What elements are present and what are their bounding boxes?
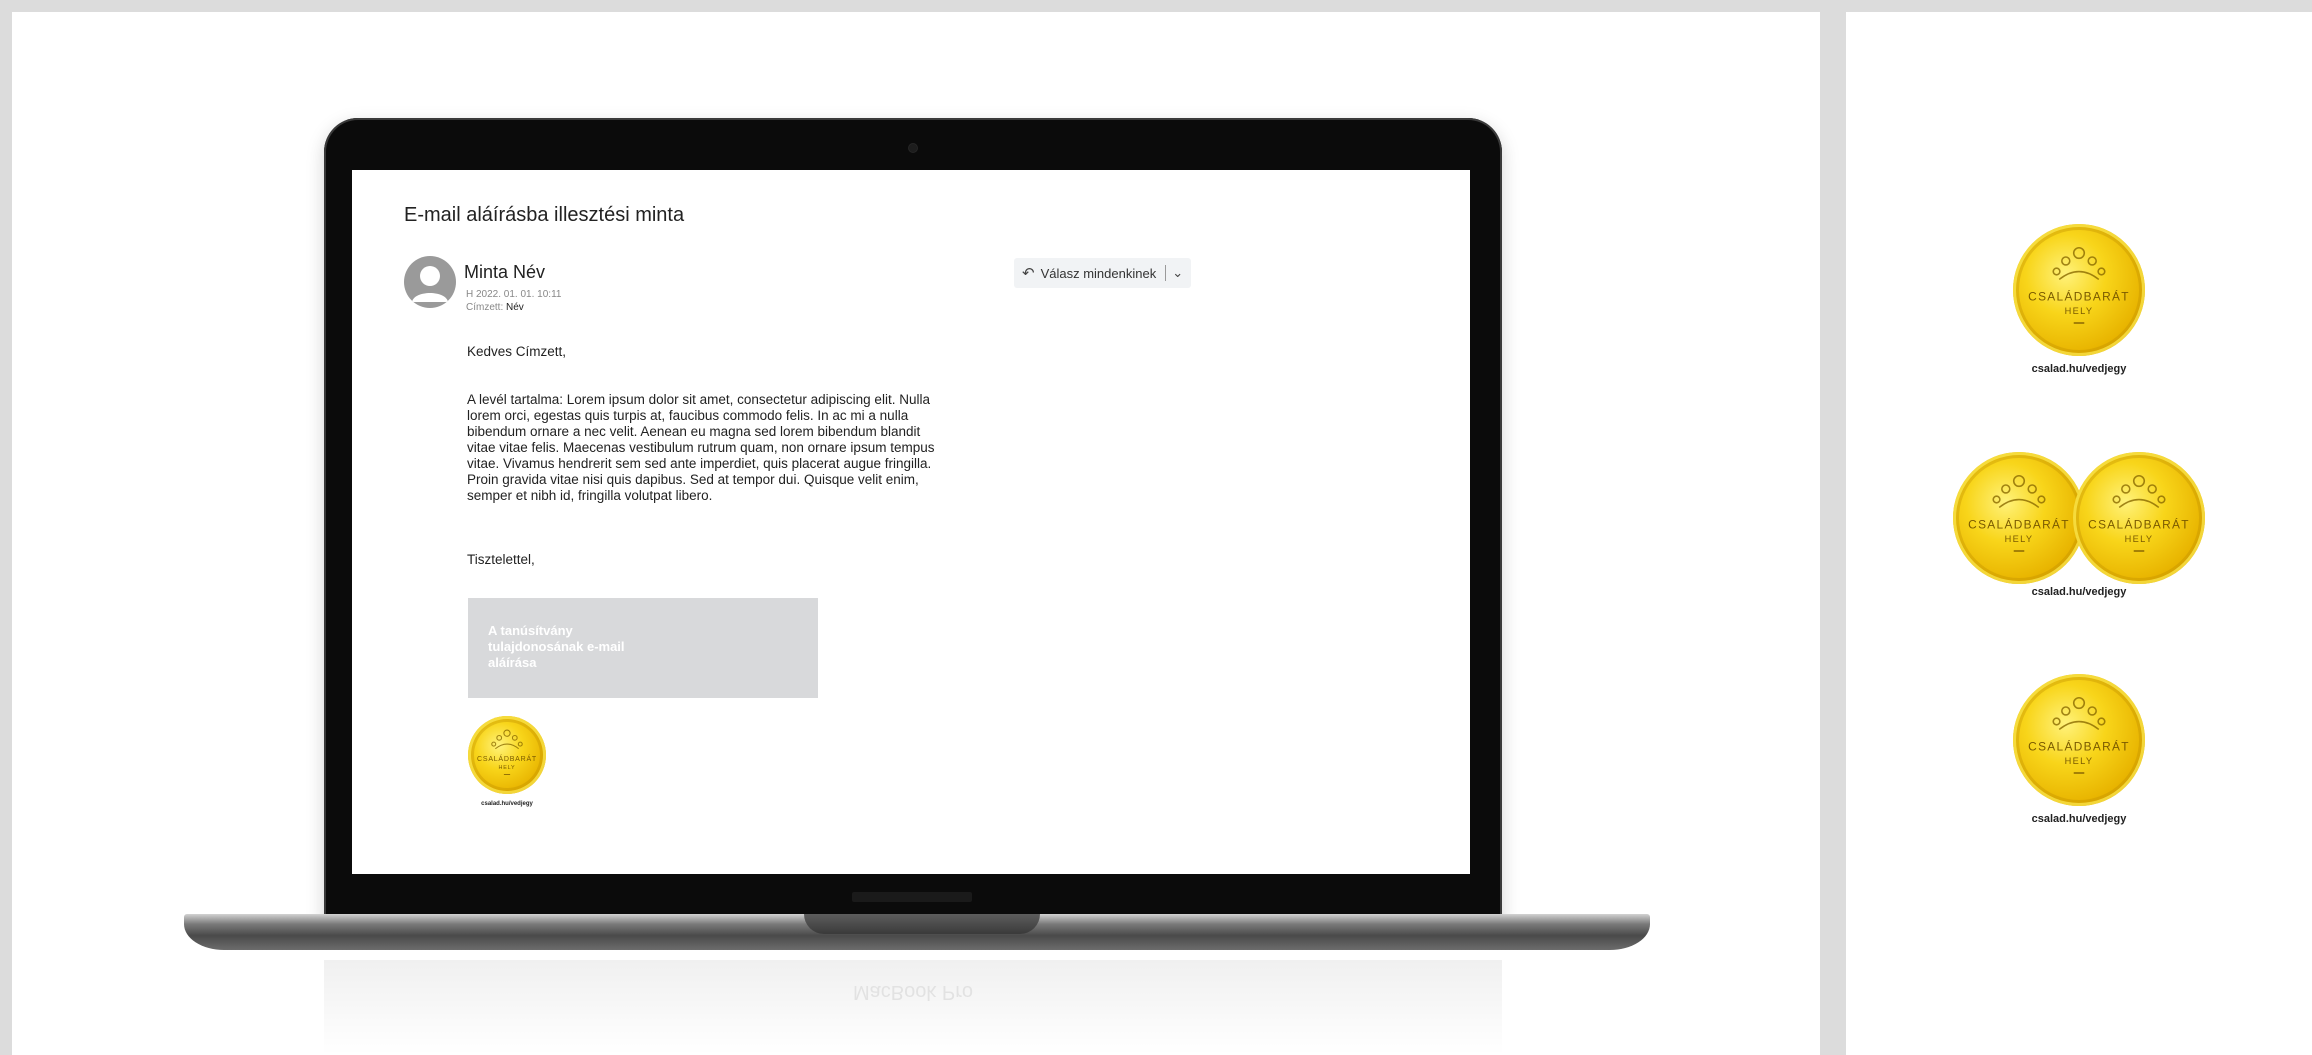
medal-line2: HELY	[2005, 534, 2034, 544]
medal-variant-2[interactable]: CSALÁDBARÁT HELY CSALÁDBARÁT HELY csalad…	[1846, 452, 2312, 598]
signature-placeholder: A tanúsítvány tulajdonosának e-mail aláí…	[468, 598, 818, 698]
laptop-reflection: MacBook Pro	[324, 960, 1502, 1055]
reply-all-button[interactable]: ↶ Válasz mindenkinek ⌄	[1014, 258, 1192, 288]
medal-line1: CSALÁDBARÁT	[477, 754, 537, 763]
medal-pair: CSALÁDBARÁT HELY CSALÁDBARÁT HELY	[1846, 452, 2312, 584]
sender-name[interactable]: Minta Név	[464, 262, 545, 283]
signature-text: A tanúsítvány tulajdonosának e-mail aláí…	[488, 623, 625, 670]
medal-line2: HELY	[499, 765, 516, 771]
preview-panel: E-mail aláírásba illesztési minta Minta …	[12, 12, 1820, 1055]
email-content: A levél tartalma: Lorem ipsum dolor sit …	[467, 392, 935, 503]
medal-line1: CSALÁDBARÁT	[2028, 739, 2130, 754]
medal-line2: HELY	[2065, 756, 2094, 766]
medal-caption[interactable]: csalad.hu/vedjegy	[468, 801, 546, 807]
csaladbarat-medal-icon: CSALÁDBARÁT HELY	[2013, 674, 2145, 806]
medal-line1: CSALÁDBARÁT	[2088, 517, 2190, 532]
medal-line2: HELY	[2125, 534, 2154, 544]
csaladbarat-medal-icon: CSALÁDBARÁT HELY	[468, 716, 546, 794]
medal-caption[interactable]: csalad.hu/vedjegy	[1846, 813, 2312, 825]
medal-variant-3[interactable]: CSALÁDBARÁT HELY csalad.hu/vedjegy	[1846, 674, 2312, 825]
email-closing: Tisztelettel,	[467, 552, 535, 567]
avatar	[404, 256, 456, 308]
reply-all-icon: ↶	[1022, 265, 1035, 282]
reply-all-label: Válasz mindenkinek	[1040, 265, 1157, 281]
laptop-notch	[804, 914, 1040, 934]
email-window: E-mail aláírásba illesztési minta Minta …	[352, 170, 1470, 874]
brand-reflection: MacBook Pro	[852, 981, 974, 1003]
medal-variant-1[interactable]: CSALÁDBARÁT HELY csalad.hu/vedjegy	[1846, 224, 2312, 375]
signature-medal[interactable]: CSALÁDBARÁT HELY csalad.hu/vedjegy	[468, 716, 546, 807]
laptop-hinge	[852, 892, 972, 902]
medal-caption[interactable]: csalad.hu/vedjegy	[1846, 586, 2312, 598]
medal-variants-panel: CSALÁDBARÁT HELY csalad.hu/vedjegy CSALÁ…	[1846, 12, 2312, 1055]
csaladbarat-medal-icon: CSALÁDBARÁT HELY	[2013, 224, 2145, 356]
chevron-down-icon[interactable]: ⌄	[1172, 265, 1183, 281]
recipient-name[interactable]: Név	[506, 302, 524, 313]
sent-date: H 2022. 01. 01. 10:11	[466, 289, 562, 300]
button-divider	[1165, 265, 1167, 281]
csaladbarat-medal-icon: CSALÁDBARÁT HELY	[1953, 452, 2085, 584]
camera-icon	[909, 144, 917, 152]
csaladbarat-medal-icon: CSALÁDBARÁT HELY	[2073, 452, 2205, 584]
email-subject: E-mail aláírásba illesztési minta	[404, 204, 685, 226]
medal-line1: CSALÁDBARÁT	[1968, 517, 2070, 532]
laptop-base	[184, 914, 1650, 950]
email-greeting: Kedves Címzett,	[467, 344, 567, 359]
user-avatar-icon	[412, 266, 448, 302]
recipient-label: Címzett:	[466, 302, 504, 313]
recipient-line: Címzett: Név	[466, 302, 524, 313]
laptop-lid: E-mail aláírásba illesztési minta Minta …	[324, 118, 1502, 922]
medal-line1: CSALÁDBARÁT	[2028, 289, 2130, 304]
medal-caption[interactable]: csalad.hu/vedjegy	[1846, 363, 2312, 375]
medal-line2: HELY	[2065, 306, 2094, 316]
